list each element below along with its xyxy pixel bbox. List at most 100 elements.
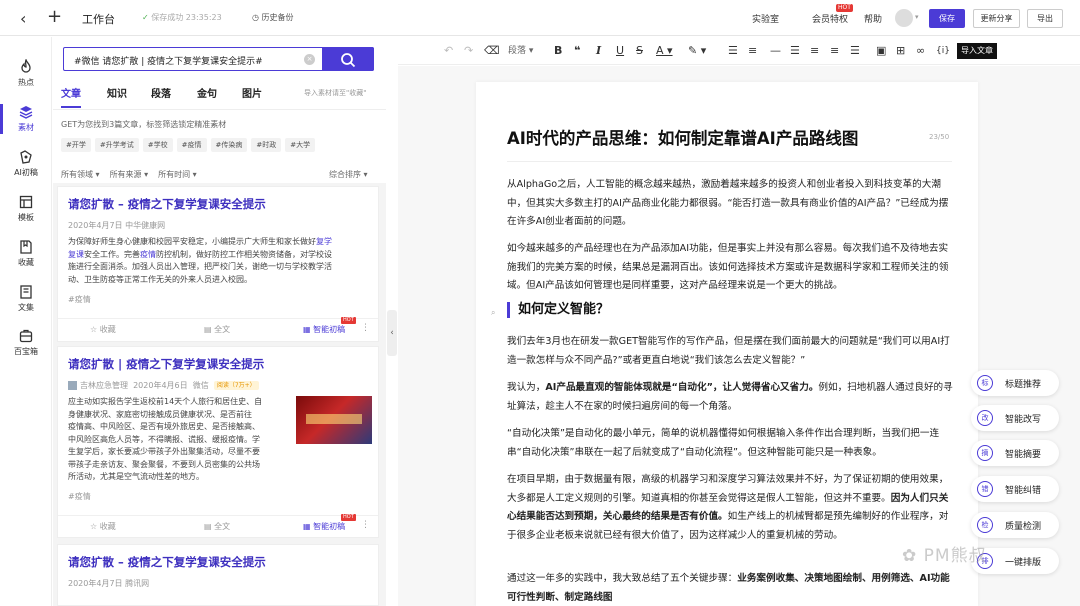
underline-icon[interactable]: U [616, 43, 624, 59]
fulltext-button[interactable]: ▤ 全文 [204, 324, 230, 335]
more-icon[interactable]: ⋮ [361, 520, 370, 530]
tag-chip[interactable]: #学校 [142, 138, 173, 152]
new-plus-icon[interactable]: + [47, 6, 62, 27]
image-icon[interactable]: ▣ [876, 43, 886, 59]
chevron-down-icon[interactable]: ▾ [915, 13, 919, 21]
rail-item-collection[interactable]: 文集 [0, 284, 52, 313]
paragraph[interactable]: 在项目早期，由于数据量有限，高级的机器学习和深度学习算法效果并不好，为了保证初期… [507, 471, 953, 545]
tag-chip[interactable]: #传染病 [210, 138, 248, 152]
tag-chip[interactable]: #时政 [251, 138, 282, 152]
history-label: 历史备份 [261, 13, 294, 22]
fulltext-button[interactable]: ▤ 全文 [204, 521, 230, 532]
paragraph[interactable]: 我们去年3月也在研发一款GET智能写作的写作产品，但是摆在我们面前最大的问题就是… [507, 333, 953, 370]
card-meta: 2020年4月7日 中华健康网 [68, 221, 166, 230]
title-suggest-button[interactable]: 标 标题推荐 [971, 370, 1059, 396]
help-link[interactable]: 帮助 [864, 12, 882, 25]
rail-item-material[interactable]: 素材 [0, 104, 52, 134]
strikethrough-icon[interactable]: S [636, 43, 643, 59]
align-center-icon[interactable]: ≡ [810, 43, 819, 59]
tag-chip[interactable]: #升学考试 [94, 138, 139, 152]
undo-icon[interactable]: ↶ [444, 43, 453, 59]
table-icon[interactable]: ⊞ [896, 43, 905, 59]
tab-divider [53, 109, 386, 110]
history-backup-link[interactable]: ◷ 历史备份 [252, 12, 294, 23]
bold-icon[interactable]: B [554, 43, 562, 59]
rail-item-bookmark[interactable]: 收藏 [0, 239, 52, 268]
italic-icon[interactable]: I [596, 43, 601, 59]
quote-icon[interactable]: ❝ [574, 43, 580, 59]
card-actions: ☆ 收藏 ▤ 全文 ▦ 智能初稿 HOT ⋮ [58, 514, 378, 537]
sort-dropdown[interactable]: 综合排序 ▾ [329, 169, 368, 180]
font-color-icon[interactable]: A ▾ [656, 43, 673, 59]
back-arrow-icon[interactable]: ‹ [20, 9, 26, 28]
smart-rewrite-button[interactable]: 改 智能改写 [971, 405, 1059, 431]
tab-paragraph[interactable]: 段落 [151, 85, 171, 100]
link-icon[interactable]: ∞ [916, 43, 925, 59]
source-logo [68, 381, 77, 390]
paragraph[interactable]: 从AlphaGo之后，人工智能的概念越来越热，激励着越来越多的投资人和创业者投入… [507, 176, 953, 232]
tag-chip[interactable]: #大学 [285, 138, 316, 152]
tab-image[interactable]: 图片 [242, 85, 262, 100]
align-right-icon[interactable]: ≡ [830, 43, 839, 59]
filter-source[interactable]: 所有来源 ▾ [110, 170, 149, 179]
align-left-icon[interactable]: ☰ [790, 43, 800, 59]
paragraph[interactable]: 我认为，AI产品最直观的智能体现就是“自动化”，让人觉得省心又省力。例如，扫地机… [507, 379, 953, 416]
search-icon[interactable]: ⌕ [491, 308, 495, 318]
paragraph[interactable]: 如今越来越多的产品经理也在为产品添加AI功能，但是事实上并没有那么容易。每次我们… [507, 240, 953, 296]
card-title[interactable]: 请您扩散 – 疫情之下复学复课安全提示 [68, 554, 266, 570]
smart-proofread-button[interactable]: 错 智能纠错 [971, 476, 1059, 502]
save-button[interactable]: 保存 [929, 9, 965, 28]
article-card[interactable]: 请您扩散 – 疫情之下复学复课安全提示 2020年4月7日 中华健康网 为保障好… [57, 186, 379, 342]
filter-domain[interactable]: 所有领域 ▾ [61, 170, 100, 179]
search-button[interactable] [322, 47, 374, 71]
smart-summary-button[interactable]: 摘 智能摘要 [971, 440, 1059, 466]
numbered-list-icon[interactable]: ≡ [748, 43, 757, 59]
quality-check-button[interactable]: 检 质量检测 [971, 512, 1059, 538]
eraser-icon[interactable]: ⌫ [484, 43, 500, 59]
tab-article[interactable]: 文章 [61, 85, 81, 108]
filter-time[interactable]: 所有时间 ▾ [158, 170, 197, 179]
card-title[interactable]: 请您扩散 | 疫情之下复学复课安全提示 [68, 356, 264, 372]
paragraph[interactable]: “自动化决策”是自动化的最小单元，简单的说机器懂得如何根据输入条件作出合理判断，… [507, 425, 953, 462]
article-card[interactable]: 请您扩散 – 疫情之下复学复课安全提示 2020年4月7日 腾讯网 [57, 544, 379, 606]
collapse-panel-handle[interactable]: ‹ [387, 310, 397, 356]
clear-icon[interactable]: × [304, 54, 315, 65]
search-input[interactable]: #微信 请您扩散 | 疫情之下复学复课安全提示# [74, 54, 263, 67]
tag-chip[interactable]: #开学 [61, 138, 91, 152]
user-avatar[interactable] [895, 9, 913, 27]
card-tag[interactable]: #疫情 [68, 294, 91, 305]
lab-link[interactable]: 实验室 [752, 12, 779, 25]
rail-item-toolbox[interactable]: 百宝箱 [0, 328, 52, 357]
card-thumbnail[interactable] [296, 396, 372, 444]
paragraph[interactable]: 通过这一年多的实践中，我大致总结了五个关键步骤：业务案例收集、决策地图绘制、用例… [507, 570, 953, 606]
card-title[interactable]: 请您扩散 – 疫情之下复学复课安全提示 [68, 196, 266, 212]
ai-draft-button[interactable]: ▦ 智能初稿 HOT [303, 514, 356, 532]
more-icon[interactable]: ⋮ [361, 323, 370, 333]
paragraph-style-select[interactable]: 段落 ▾ [508, 43, 533, 59]
horizontal-rule-icon[interactable]: — [770, 43, 781, 59]
excerpt-text: 疫情高、中风险区、是否有境外旅居史、是否接触高、 [68, 422, 260, 431]
favorite-button[interactable]: ☆ 收藏 [90, 521, 116, 532]
highlight-icon[interactable]: ✎ ▾ [688, 43, 706, 59]
tab-knowledge[interactable]: 知识 [107, 85, 127, 100]
rail-item-hot[interactable]: 热点 [0, 58, 52, 88]
bullet-list-icon[interactable]: ☰ [728, 43, 738, 59]
rail-item-template[interactable]: 模板 [0, 194, 52, 223]
article-card[interactable]: 请您扩散 | 疫情之下复学复课安全提示 吉林应急管理 2020年4月6日 微信 … [57, 346, 379, 538]
card-tag[interactable]: #疫情 [68, 491, 91, 502]
export-button[interactable]: 导出 [1027, 9, 1063, 28]
rail-item-ai-draft[interactable]: AI初稿 [0, 149, 52, 178]
align-justify-icon[interactable]: ☰ [850, 43, 860, 59]
vip-link[interactable]: 会员特权 [812, 12, 848, 25]
tab-quote[interactable]: 金句 [197, 85, 217, 100]
update-share-button[interactable]: 更新分享 [973, 9, 1020, 28]
ai-draft-button[interactable]: ▦ 智能初稿 HOT [303, 317, 356, 335]
tag-chip[interactable]: #疫情 [176, 138, 207, 152]
code-icon[interactable]: {i} [936, 43, 950, 59]
rail-label: 文集 [18, 303, 34, 312]
material-panel: #微信 请您扩散 | 疫情之下复学复课安全提示# × 文章 知识 段落 金句 图… [53, 37, 386, 606]
section-heading[interactable]: 如何定义智能？ [507, 302, 609, 318]
document-title[interactable]: AI时代的产品思维：如何制定靠谱AI产品路线图 [507, 125, 858, 149]
favorite-button[interactable]: ☆ 收藏 [90, 324, 116, 335]
redo-icon[interactable]: ↷ [464, 43, 473, 59]
